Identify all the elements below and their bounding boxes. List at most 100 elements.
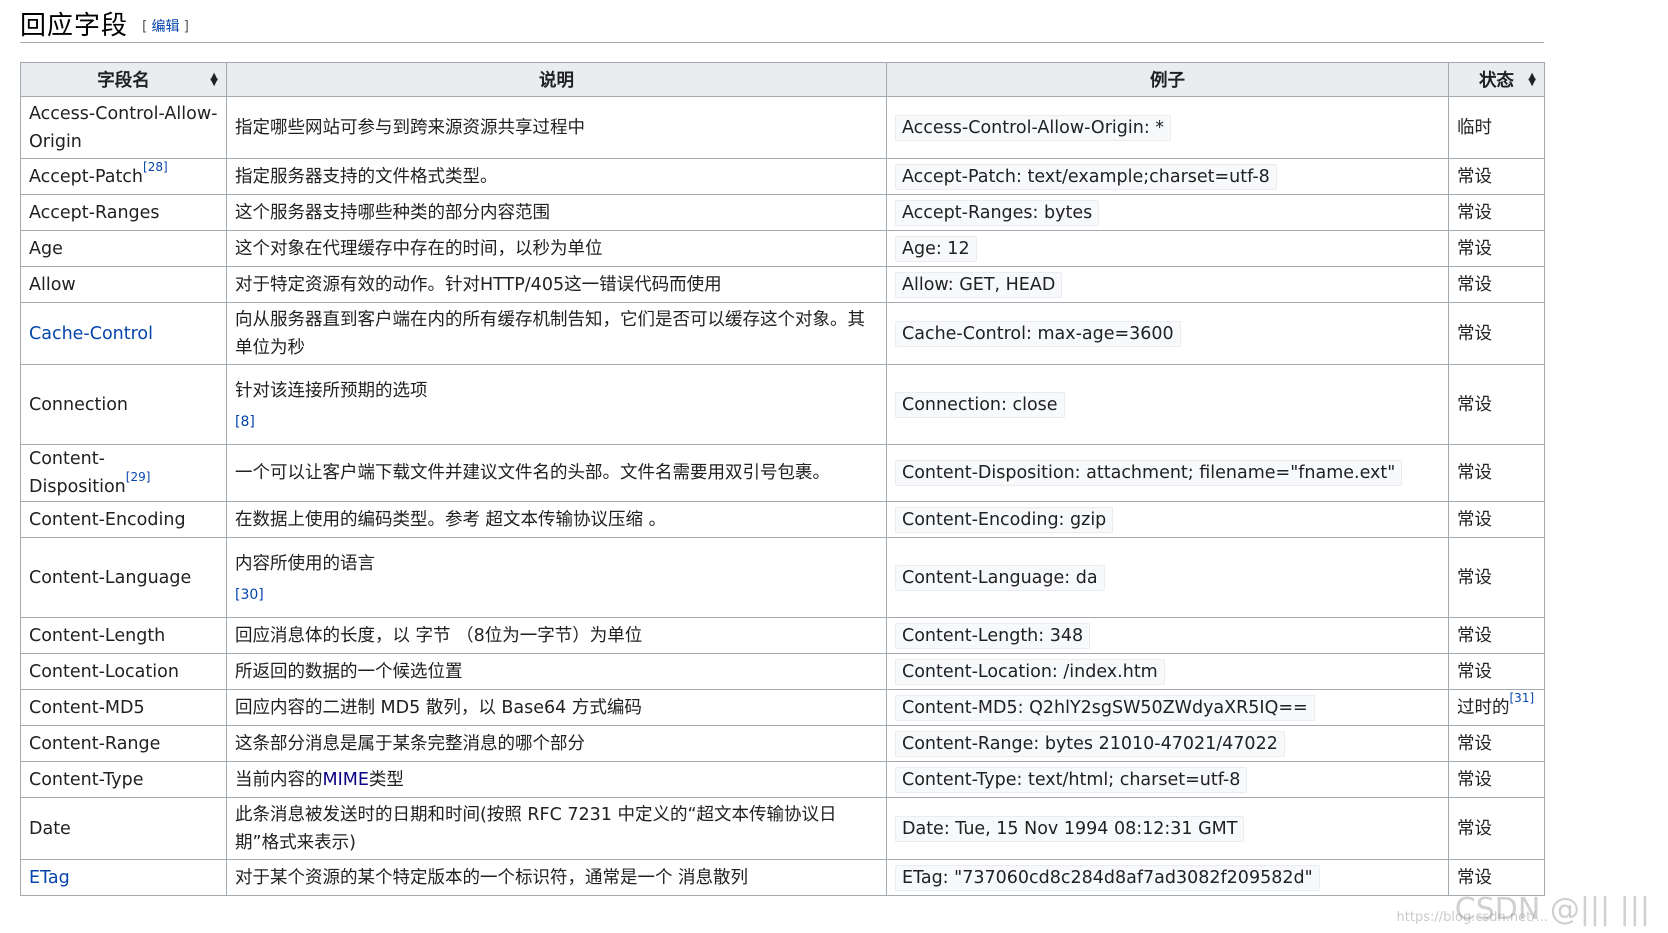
description-cell: 指定服务器支持的文件格式类型。 xyxy=(226,158,887,195)
example-cell: Content-Disposition: attachment; filenam… xyxy=(886,444,1449,502)
description-cell: 所返回的数据的一个候选位置 xyxy=(226,653,887,690)
description-text: 类型 xyxy=(368,769,404,790)
field-name-link[interactable]: Cache-Control xyxy=(29,324,153,344)
sort-icon[interactable]: ▲ ▼ xyxy=(1528,71,1536,87)
example-cell: Accept-Patch: text/example;charset=utf-8 xyxy=(886,158,1449,195)
edit-link[interactable]: 编辑 xyxy=(151,19,179,35)
table-row: Content-MD5 回应内容的二进制 MD5 散列，以 Base64 方式编码… xyxy=(20,689,1545,726)
description-cell: 向从服务器直到客户端在内的所有缓存机制告知，它们是否可以缓存这个对象。其单位为秒 xyxy=(226,302,887,365)
status-text: 常设 xyxy=(1457,769,1492,790)
example-code: Content-Type: text/html; charset=utf-8 xyxy=(895,766,1248,793)
field-name-cell: Content-Range xyxy=(20,725,227,762)
table-row: Content-Range 这条部分消息是属于某条完整消息的哪个部分 Content… xyxy=(20,725,1545,762)
field-name-cell: Content-MD5 xyxy=(20,689,227,726)
table-row: Content-Encoding 在数据上使用的编码类型。参考 超文本传输协议压缩… xyxy=(20,501,1545,538)
example-code: Accept-Patch: text/example;charset=utf-8 xyxy=(895,163,1277,190)
example-cell: Content-Length: 348 xyxy=(886,617,1449,654)
example-cell: Content-Location: /index.htm xyxy=(886,653,1449,690)
description-cell: 一个可以让客户端下载文件并建议文件名的头部。文件名需要用双引号包裹。 xyxy=(226,444,887,502)
status-cell: 临时 xyxy=(1448,96,1545,159)
status-text: 常设 xyxy=(1457,202,1492,223)
section-title: 回应字段 xyxy=(20,10,129,41)
status-text: 常设 xyxy=(1457,394,1492,415)
description-text: 回应内容的二进制 MD5 散列，以 Base64 方式编码 xyxy=(235,697,642,718)
status-cell: 过时的[31] xyxy=(1448,689,1545,726)
column-header-field-name[interactable]: 字段名 ▲ ▼ xyxy=(20,62,227,97)
table-row: Content-Type 当前内容的MIME类型 Content-Type: tex… xyxy=(20,761,1545,798)
example-code: Allow: GET, HEAD xyxy=(895,271,1063,298)
example-code: Connection: close xyxy=(895,391,1065,418)
example-code: ETag: "737060cd8c284d8af7ad3082f209582d" xyxy=(895,864,1320,891)
status-text: 常设 xyxy=(1457,463,1492,483)
status-text: 常设 xyxy=(1457,661,1492,682)
response-fields-table: 字段名 ▲ ▼ 说明 例子 状态 ▲ ▼ Access-Control-Allow-… xyxy=(20,62,1545,896)
example-code: Content-Range: bytes 21010-47021/47022 xyxy=(895,730,1285,757)
status-text: 常设 xyxy=(1457,567,1492,588)
field-name-cell: Content-Type xyxy=(20,761,227,798)
description-cell: 这个服务器支持哪些种类的部分内容范围 xyxy=(226,194,887,231)
section-heading: 回应字段 [编辑] xyxy=(20,4,1544,43)
table-row: Content-Length 回应消息体的长度，以 字节 （8位为一字节）为单位 C… xyxy=(20,617,1545,654)
citation-link[interactable]: [31] xyxy=(1510,691,1535,705)
description-cell: 此条消息被发送时的日期和时间(按照 RFC 7231 中定义的“超文本传输协议日… xyxy=(226,797,887,860)
example-code: Age: 12 xyxy=(895,235,977,262)
status-cell: 常设 xyxy=(1448,797,1545,860)
citation-link[interactable]: [30] xyxy=(235,584,878,606)
example-code: Content-Location: /index.htm xyxy=(895,658,1165,685)
example-code: Access-Control-Allow-Origin: * xyxy=(895,114,1172,141)
description-cell: 在数据上使用的编码类型。参考 超文本传输协议压缩 。 xyxy=(226,501,887,538)
example-code: Date: Tue, 15 Nov 1994 08:12:31 GMT xyxy=(895,815,1245,842)
table-header-row: 字段名 ▲ ▼ 说明 例子 状态 ▲ ▼ xyxy=(20,62,1545,97)
edit-bracket-close: ] xyxy=(183,19,189,35)
status-cell: 常设 xyxy=(1448,537,1545,618)
field-name: Content-Language xyxy=(29,567,192,588)
description-text: 这条部分消息是属于某条完整消息的哪个部分 xyxy=(235,733,585,754)
description-text: 指定服务器支持的文件格式类型。 xyxy=(235,166,498,187)
field-name: Access-Control-Allow-Origin xyxy=(29,103,218,152)
description-text: 当前内容的 xyxy=(235,769,323,790)
description-text: 在数据上使用的编码类型。参考 超文本传输协议压缩 。 xyxy=(235,509,667,530)
description-cell: 对于特定资源有效的动作。针对HTTP/405这一错误代码而使用 xyxy=(226,266,887,303)
field-name: Content-Type xyxy=(29,769,144,790)
example-cell: Content-Type: text/html; charset=utf-8 xyxy=(886,761,1449,798)
description-cell: 这个对象在代理缓存中存在的时间，以秒为单位 xyxy=(226,230,887,267)
field-name-cell: Content-Location xyxy=(20,653,227,690)
example-code: Content-Length: 348 xyxy=(895,622,1091,649)
status-text: 常设 xyxy=(1457,166,1492,187)
status-cell: 常设 xyxy=(1448,617,1545,654)
citation-link[interactable]: [29] xyxy=(126,470,151,484)
description-cell: 当前内容的MIME类型 xyxy=(226,761,887,798)
status-cell: 常设 xyxy=(1448,501,1545,538)
description-cell: 针对该连接所预期的选项 [8] xyxy=(226,364,887,445)
citation-link[interactable]: [8] xyxy=(235,411,878,433)
table-row: Cache-Control 向从服务器直到客户端在内的所有缓存机制告知，它们是否可… xyxy=(20,302,1545,365)
table-row: Accept-Patch[28] 指定服务器支持的文件格式类型。 Accept-Pa… xyxy=(20,158,1545,195)
example-cell: Content-Range: bytes 21010-47021/47022 xyxy=(886,725,1449,762)
status-cell: 常设 xyxy=(1448,859,1545,896)
status-cell: 常设 xyxy=(1448,444,1545,502)
table-row: Access-Control-Allow-Origin 指定哪些网站可参与到跨来源… xyxy=(20,96,1545,159)
column-header-label: 例子 xyxy=(1150,71,1185,91)
description-text: 对于某个资源的某个特定版本的一个标识符，通常是一个 消息散列 xyxy=(235,867,749,888)
description-cell: 指定哪些网站可参与到跨来源资源共享过程中 xyxy=(226,96,887,159)
status-cell: 常设 xyxy=(1448,302,1545,365)
column-header-status[interactable]: 状态 ▲ ▼ xyxy=(1448,62,1545,97)
table-row: Date 此条消息被发送时的日期和时间(按照 RFC 7231 中定义的“超文本传… xyxy=(20,797,1545,860)
description-text: 回应消息体的长度，以 字节 （8位为一字节）为单位 xyxy=(235,625,643,646)
field-name-cell: Cache-Control xyxy=(20,302,227,365)
table-row: ETag 对于某个资源的某个特定版本的一个标识符，通常是一个 消息散列 ETag: … xyxy=(20,859,1545,896)
citation-link[interactable]: [28] xyxy=(143,160,168,174)
watermark: CSDN @||| ||| xyxy=(1454,892,1650,927)
example-cell: Content-Encoding: gzip xyxy=(886,501,1449,538)
field-name-cell: ETag xyxy=(20,859,227,896)
field-name: Accept-Ranges xyxy=(29,202,160,223)
status-text: 过时的 xyxy=(1457,697,1510,718)
description-cell: 内容所使用的语言 [30] xyxy=(226,537,887,618)
example-code: Content-Language: da xyxy=(895,564,1105,591)
field-name-link[interactable]: ETag xyxy=(29,868,70,888)
description-cell: 回应内容的二进制 MD5 散列，以 Base64 方式编码 xyxy=(226,689,887,726)
table-row: Accept-Ranges 这个服务器支持哪些种类的部分内容范围 Accept-Ra… xyxy=(20,194,1545,231)
mime-link[interactable]: MIME xyxy=(323,770,369,790)
example-cell: Cache-Control: max-age=3600 xyxy=(886,302,1449,365)
sort-icon[interactable]: ▲ ▼ xyxy=(210,71,218,87)
